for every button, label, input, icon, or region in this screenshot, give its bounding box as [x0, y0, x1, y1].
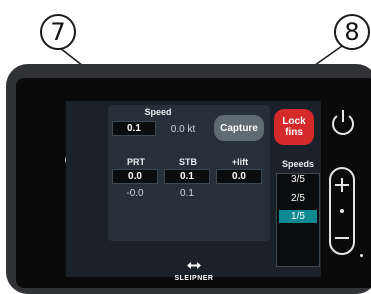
speed-label: Speed — [144, 107, 172, 117]
plus-minus-rocker[interactable] — [328, 166, 356, 258]
speed-option-1-5[interactable]: 1/5 — [279, 210, 317, 223]
speed-setpoint-field[interactable]: 0.1 — [112, 121, 156, 136]
sleipner-logo-mark — [187, 262, 201, 269]
prt-actual-value: -0.0 — [126, 188, 144, 199]
speed-actual-value: 0.0 kt — [170, 124, 196, 135]
control-panel-device: Speed 0.1 0.0 kt Capture Lock fins PRT S… — [6, 64, 371, 294]
lock-fins-line1: Lock — [282, 116, 306, 127]
touch-screen: Speed 0.1 0.0 kt Capture Lock fins PRT S… — [66, 101, 321, 282]
lift-value-field[interactable]: 0.0 — [216, 169, 262, 184]
speed-option-3-5[interactable]: 3/5 — [279, 173, 317, 186]
callout-7: 7 — [40, 14, 76, 50]
indicator-led — [360, 254, 363, 257]
sleipner-logo: SLEIPNER — [164, 257, 224, 282]
stb-column-label: STB — [179, 157, 197, 167]
speeds-header: Speeds — [281, 159, 314, 169]
prt-value-field[interactable]: 0.0 — [112, 169, 158, 184]
lock-fins-line2: fins — [285, 127, 303, 138]
stb-value-field[interactable]: 0.1 — [164, 169, 210, 184]
lock-fins-button[interactable]: Lock fins — [274, 109, 314, 145]
brand-name: SLEIPNER — [174, 275, 214, 282]
speeds-list: 3/5 2/5 1/5 — [276, 173, 320, 267]
callout-8: 8 — [334, 14, 370, 50]
speed-option-2-5[interactable]: 2/5 — [279, 192, 317, 205]
capture-button[interactable]: Capture — [214, 115, 264, 141]
stb-actual-value: 0.1 — [180, 188, 194, 199]
display-bezel: Speed 0.1 0.0 kt Capture Lock fins PRT S… — [16, 78, 371, 288]
lift-column-label: +lift — [231, 157, 249, 167]
prt-column-label: PRT — [127, 157, 145, 167]
power-icon[interactable] — [328, 106, 358, 140]
